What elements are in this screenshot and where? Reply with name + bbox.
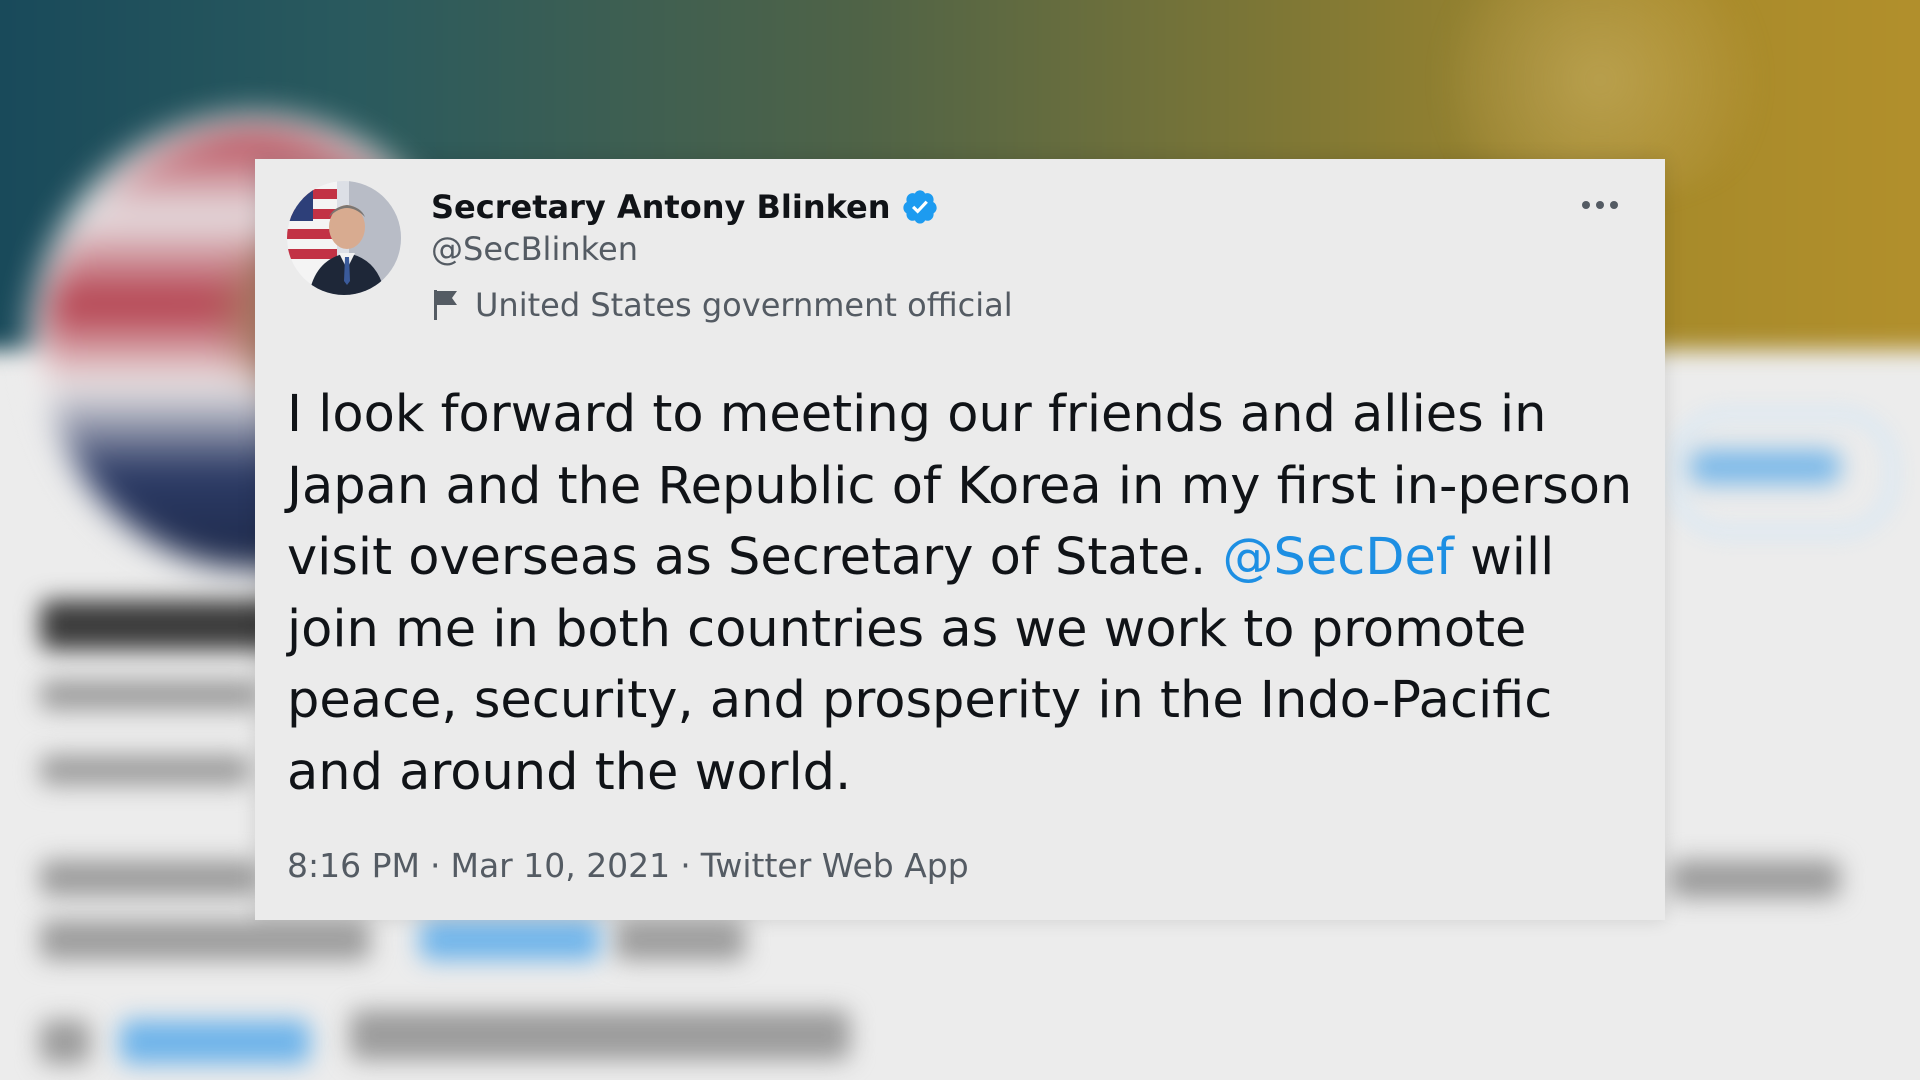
profile-text-blurred xyxy=(40,755,250,785)
tweet-source[interactable]: Twitter Web App xyxy=(701,846,969,885)
screen: Secretary Antony Blinken @SecBlinken Uni… xyxy=(0,0,1920,1080)
profile-text-blurred xyxy=(1670,860,1840,898)
tweet-card: Secretary Antony Blinken @SecBlinken Uni… xyxy=(255,159,1665,920)
profile-text-blurred xyxy=(40,920,370,960)
profile-text-blurred xyxy=(350,1010,850,1060)
profile-link-blurred xyxy=(120,1020,310,1064)
affiliation-text: United States government official xyxy=(475,286,1013,324)
tweet-date[interactable]: Mar 10, 2021 xyxy=(450,846,670,885)
profile-name-blurred xyxy=(40,600,280,650)
flag-icon xyxy=(434,290,457,320)
avatar[interactable] xyxy=(287,181,401,295)
tweet-body: I look forward to meeting our friends an… xyxy=(287,379,1649,808)
profile-text-blurred xyxy=(40,680,260,710)
separator: · xyxy=(680,846,691,885)
author-handle[interactable]: @SecBlinken xyxy=(431,230,638,268)
more-options-icon[interactable] xyxy=(1579,195,1621,215)
profile-link-blurred xyxy=(420,920,600,960)
tweet-time[interactable]: 8:16 PM xyxy=(287,846,420,885)
mention-link[interactable]: @SecDef xyxy=(1222,528,1453,587)
avatar-image xyxy=(287,181,401,295)
tweet-metadata: 8:16 PM · Mar 10, 2021 · Twitter Web App xyxy=(287,846,969,885)
verified-badge-icon xyxy=(902,190,937,224)
separator: · xyxy=(429,846,441,885)
profile-text-blurred xyxy=(615,920,745,960)
affiliation-label: United States government official xyxy=(431,284,1013,326)
profile-text-blurred xyxy=(40,1020,90,1064)
author-display-name[interactable]: Secretary Antony Blinken xyxy=(431,188,891,226)
profile-text-blurred xyxy=(40,860,260,896)
author-name-row[interactable]: Secretary Antony Blinken xyxy=(431,184,939,230)
follow-label-blurred xyxy=(1690,450,1840,484)
